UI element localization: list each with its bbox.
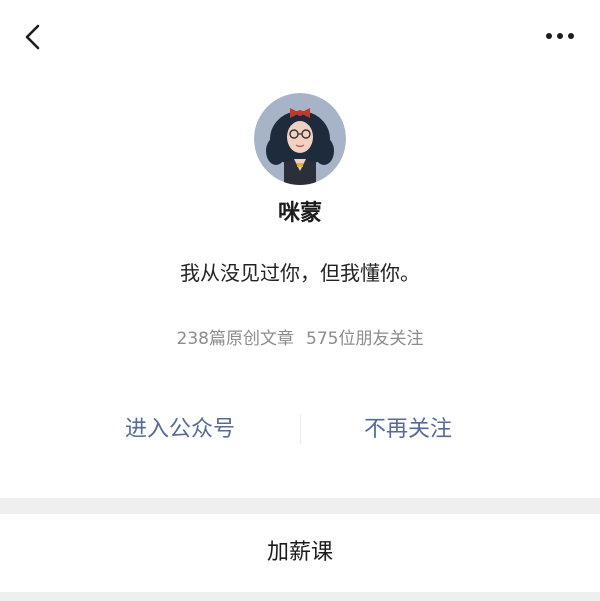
account-name: 咪蒙 bbox=[277, 201, 322, 226]
avatar-illustration bbox=[254, 93, 346, 185]
enter-account-button[interactable]: 进入公众号 bbox=[90, 410, 270, 450]
chevron-left-icon bbox=[25, 24, 40, 50]
section-separator bbox=[0, 498, 600, 514]
more-dots-icon bbox=[546, 33, 574, 39]
back-button[interactable] bbox=[18, 22, 48, 52]
account-bio: 我从没见过你，但我懂你。 bbox=[180, 261, 420, 285]
follower-count: 575位朋友关注 bbox=[306, 329, 424, 349]
more-button[interactable] bbox=[544, 28, 576, 44]
article-count: 238篇原创文章 bbox=[176, 329, 294, 349]
unfollow-button[interactable]: 不再关注 bbox=[318, 410, 498, 450]
menu-item[interactable]: 加薪课 bbox=[0, 514, 600, 592]
bottom-separator bbox=[0, 592, 600, 601]
account-stats: 238篇原创文章 575位朋友关注 bbox=[0, 324, 600, 354]
action-divider bbox=[300, 414, 301, 444]
profile-screen: 咪蒙 我从没见过你，但我懂你。 238篇原创文章 575位朋友关注 进入公众号 不… bbox=[0, 0, 600, 601]
avatar[interactable] bbox=[254, 93, 346, 185]
